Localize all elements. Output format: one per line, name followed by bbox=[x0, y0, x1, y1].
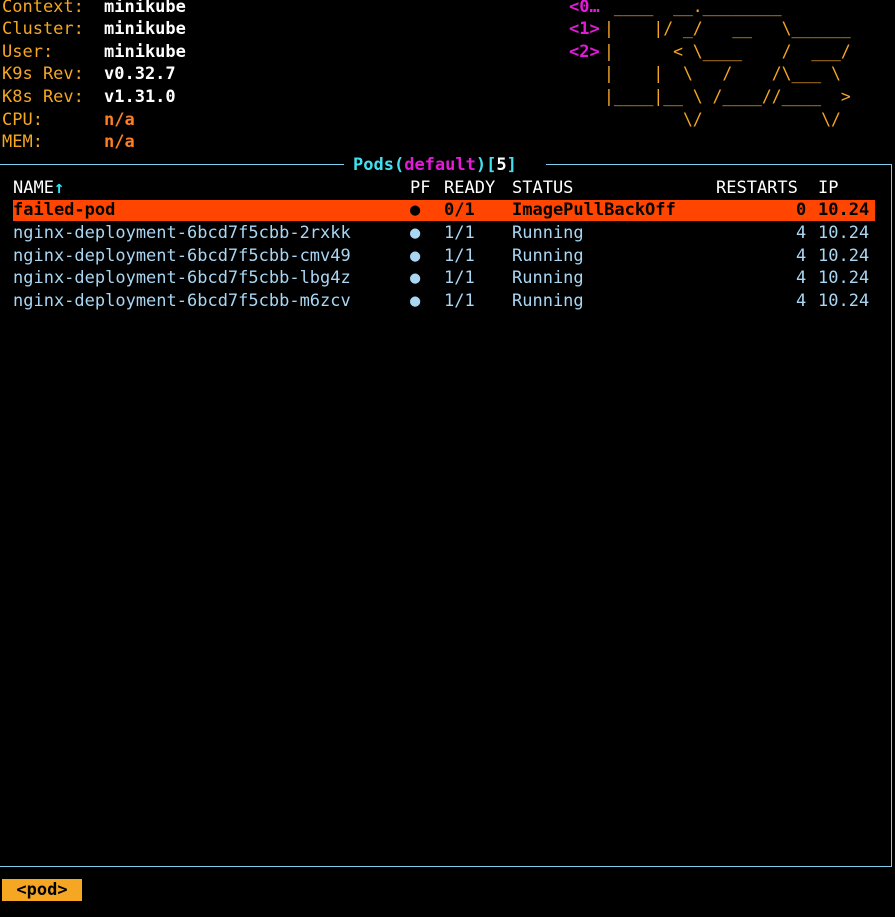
pod-ready: 1/1 bbox=[444, 291, 475, 311]
pod-ip: 10.24 bbox=[818, 223, 870, 243]
context-label: Context: bbox=[2, 0, 84, 17]
logo-line: | < \____ / ___/ bbox=[604, 42, 851, 61]
k9s-rev-value: v0.32.7 bbox=[104, 64, 176, 84]
hotkey-1[interactable]: <1> bbox=[569, 18, 600, 40]
user-value: minikube bbox=[104, 42, 186, 62]
bracket-open: [ bbox=[486, 155, 497, 175]
context-value: minikube bbox=[104, 0, 186, 17]
logo-line: | |/ _/ __ \______ bbox=[604, 19, 851, 38]
pf-indicator-icon: ● bbox=[410, 268, 421, 288]
pod-name[interactable]: nginx-deployment-6bcd7f5cbb-lbg4z bbox=[13, 267, 351, 289]
user-label: User: bbox=[2, 42, 54, 62]
pod-ready: 1/1 bbox=[444, 223, 475, 243]
hotkey-0[interactable]: <0… bbox=[569, 0, 600, 18]
column-ready[interactable]: READY bbox=[444, 177, 495, 199]
pod-name[interactable]: nginx-deployment-6bcd7f5cbb-m6zcv bbox=[13, 290, 351, 312]
column-ip[interactable]: IP bbox=[818, 177, 838, 199]
pod-ip: 10.24 bbox=[818, 200, 870, 220]
pf-indicator-icon: ● bbox=[410, 200, 421, 220]
pod-status: ImagePullBackOff bbox=[512, 200, 676, 220]
mem-value: n/a bbox=[104, 132, 135, 152]
panel-count: 5 bbox=[496, 155, 507, 175]
pod-status: Running bbox=[512, 268, 584, 288]
pod-ready: 0/1 bbox=[444, 200, 475, 220]
cpu-value: n/a bbox=[104, 110, 135, 130]
pod-restarts: 4 bbox=[796, 268, 807, 288]
frame-right bbox=[891, 164, 892, 866]
frame-top-left bbox=[0, 164, 344, 165]
hotkey-2[interactable]: <2> bbox=[569, 41, 600, 63]
pf-indicator-icon: ● bbox=[410, 246, 421, 266]
pod-ip: 10.24 bbox=[818, 291, 870, 311]
logo-line: | | \ / /\___ \ bbox=[604, 64, 851, 83]
logo-line: |____|__ \ /____//____ > bbox=[604, 87, 851, 106]
paren-open: ( bbox=[393, 155, 405, 175]
pod-name[interactable]: nginx-deployment-6bcd7f5cbb-2rxkk bbox=[13, 222, 351, 244]
cluster-label: Cluster: bbox=[2, 19, 84, 39]
panel-namespace: default bbox=[404, 155, 476, 175]
pod-status: Running bbox=[512, 223, 584, 243]
breadcrumb-pod[interactable]: <pod> bbox=[2, 879, 82, 901]
mem-label: MEM: bbox=[2, 132, 43, 152]
panel-title: Pods(default)[5] bbox=[353, 154, 517, 176]
logo-line: \/ \/ bbox=[604, 110, 851, 129]
bracket-close: ] bbox=[506, 155, 517, 175]
k8s-rev-value: v1.31.0 bbox=[104, 87, 176, 107]
pod-status: Running bbox=[512, 246, 584, 266]
pod-restarts: 4 bbox=[796, 246, 807, 266]
column-pf[interactable]: PF bbox=[410, 177, 430, 199]
pod-restarts: 4 bbox=[796, 223, 807, 243]
paren-close: ) bbox=[475, 155, 487, 175]
panel-resource: Pods bbox=[353, 155, 394, 175]
frame-top-right bbox=[546, 164, 892, 165]
pod-status: Running bbox=[512, 291, 584, 311]
k9s-rev-label: K9s Rev: bbox=[2, 64, 84, 84]
frame-bottom bbox=[0, 866, 892, 867]
pod-name[interactable]: failed-pod bbox=[13, 199, 115, 221]
cpu-label: CPU: bbox=[2, 110, 43, 130]
pod-ip: 10.24 bbox=[818, 268, 870, 288]
pod-name[interactable]: nginx-deployment-6bcd7f5cbb-cmv49 bbox=[13, 245, 351, 267]
pf-indicator-icon: ● bbox=[410, 223, 421, 243]
pod-ready: 1/1 bbox=[444, 268, 475, 288]
pod-ready: 1/1 bbox=[444, 246, 475, 266]
pf-indicator-icon: ● bbox=[410, 291, 421, 311]
column-restarts[interactable]: RESTARTS bbox=[716, 177, 798, 199]
pod-restarts: 0 bbox=[796, 200, 807, 220]
logo-line: ____ __.________ bbox=[604, 0, 851, 16]
pod-ip: 10.24 bbox=[818, 246, 870, 266]
column-name-label: NAME bbox=[13, 178, 54, 198]
cluster-value: minikube bbox=[104, 19, 186, 39]
column-name[interactable]: NAME↑ bbox=[13, 177, 64, 199]
sort-arrow-icon: ↑ bbox=[53, 178, 65, 198]
pod-restarts: 4 bbox=[796, 291, 807, 311]
k8s-rev-label: K8s Rev: bbox=[2, 87, 84, 107]
column-status[interactable]: STATUS bbox=[512, 177, 573, 199]
